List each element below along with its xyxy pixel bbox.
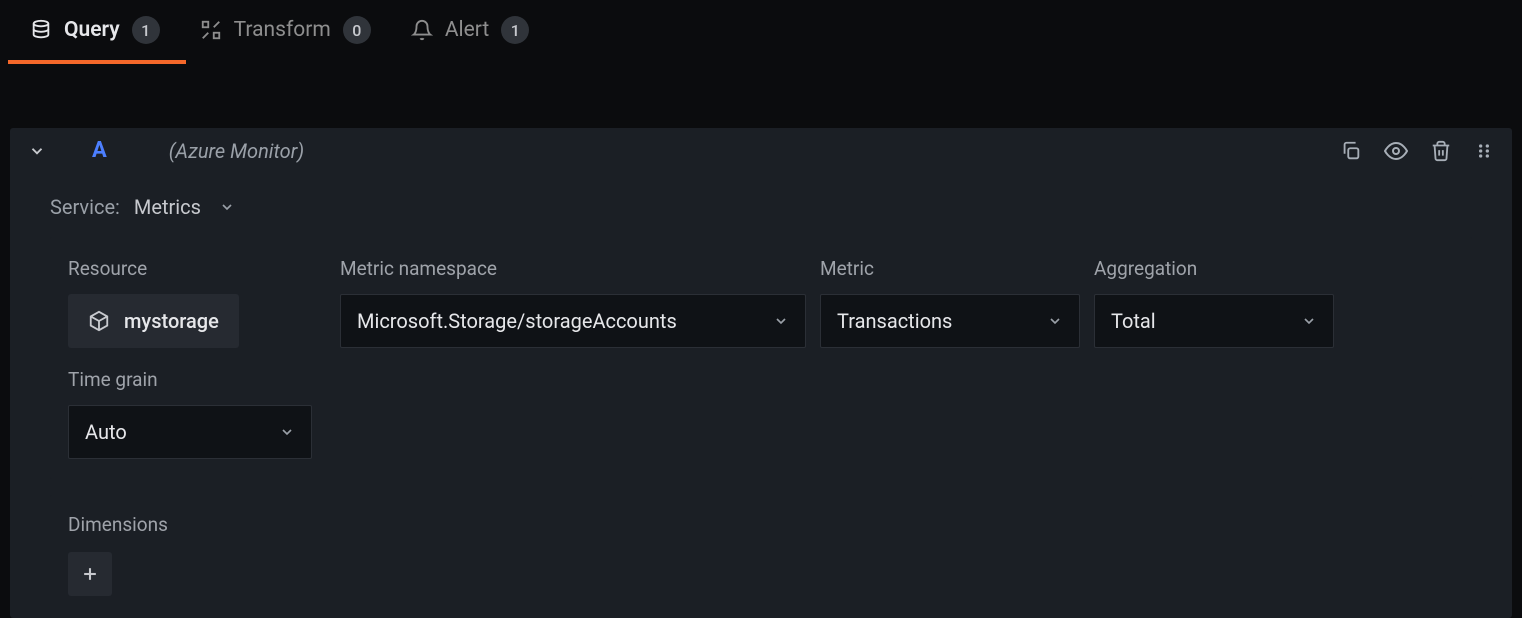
tab-transform-label: Transform [234,18,331,42]
plus-icon [80,564,100,584]
tab-query-badge: 1 [132,16,160,44]
tab-transform[interactable]: Transform 0 [200,16,371,62]
service-select[interactable]: Metrics [134,195,235,219]
timegrain-value: Auto [85,420,127,444]
drag-handle-icon[interactable] [1474,141,1494,161]
tab-transform-badge: 0 [343,16,371,44]
service-value: Metrics [134,195,201,219]
query-row: A (Azure Monitor) Service: [10,128,1512,618]
resource-field: Resource mystorage [68,257,326,348]
query-header: A (Azure Monitor) [10,128,1512,173]
resource-value: mystorage [124,309,219,333]
timegrain-select[interactable]: Auto [68,405,312,459]
tab-query[interactable]: Query 1 [30,16,160,62]
metric-field: Metric Transactions [820,257,1080,348]
service-label: Service: [50,195,120,219]
transform-icon [200,19,222,41]
chevron-down-icon [1047,313,1063,329]
namespace-value: Microsoft.Storage/storageAccounts [357,309,677,333]
chevron-down-icon [219,199,235,215]
collapse-toggle[interactable] [28,142,46,160]
metric-label: Metric [820,257,1080,280]
chevron-down-icon [279,424,295,440]
tab-alert-label: Alert [445,18,489,42]
resource-label: Resource [68,257,326,280]
aggregation-value: Total [1111,309,1156,333]
chevron-down-icon [773,313,789,329]
tab-alert-badge: 1 [501,16,529,44]
database-icon [30,19,52,41]
metric-value: Transactions [837,309,952,333]
add-dimension-button[interactable] [68,552,112,596]
query-datasource: (Azure Monitor) [169,139,304,163]
tabs-bar: Query 1 Transform 0 Alert 1 [0,0,1522,68]
namespace-select[interactable]: Microsoft.Storage/storageAccounts [340,294,806,348]
eye-icon[interactable] [1384,139,1408,163]
chevron-down-icon [1301,313,1317,329]
query-actions [1340,139,1494,163]
tab-alert[interactable]: Alert 1 [411,16,529,62]
resource-picker[interactable]: mystorage [68,294,239,348]
bell-icon [411,19,433,41]
trash-icon[interactable] [1430,140,1452,162]
namespace-field: Metric namespace Microsoft.Storage/stora… [340,257,806,348]
aggregation-select[interactable]: Total [1094,294,1334,348]
aggregation-label: Aggregation [1094,257,1334,280]
query-editor: A (Azure Monitor) Service: [0,68,1522,618]
service-row: Service: Metrics [10,173,1512,237]
timegrain-label: Time grain [68,368,312,391]
cube-icon [88,310,110,332]
metric-select[interactable]: Transactions [820,294,1080,348]
metrics-panel: Resource mystorage Metric namespace Micr… [50,237,1472,479]
timegrain-field: Time grain Auto [68,368,312,459]
dimensions-panel: Dimensions [50,495,1472,618]
dimensions-label: Dimensions [68,513,1454,536]
namespace-label: Metric namespace [340,257,806,280]
tab-query-label: Query [64,18,120,42]
query-ref-id[interactable]: A [92,138,107,163]
duplicate-icon[interactable] [1340,140,1362,162]
aggregation-field: Aggregation Total [1094,257,1334,348]
